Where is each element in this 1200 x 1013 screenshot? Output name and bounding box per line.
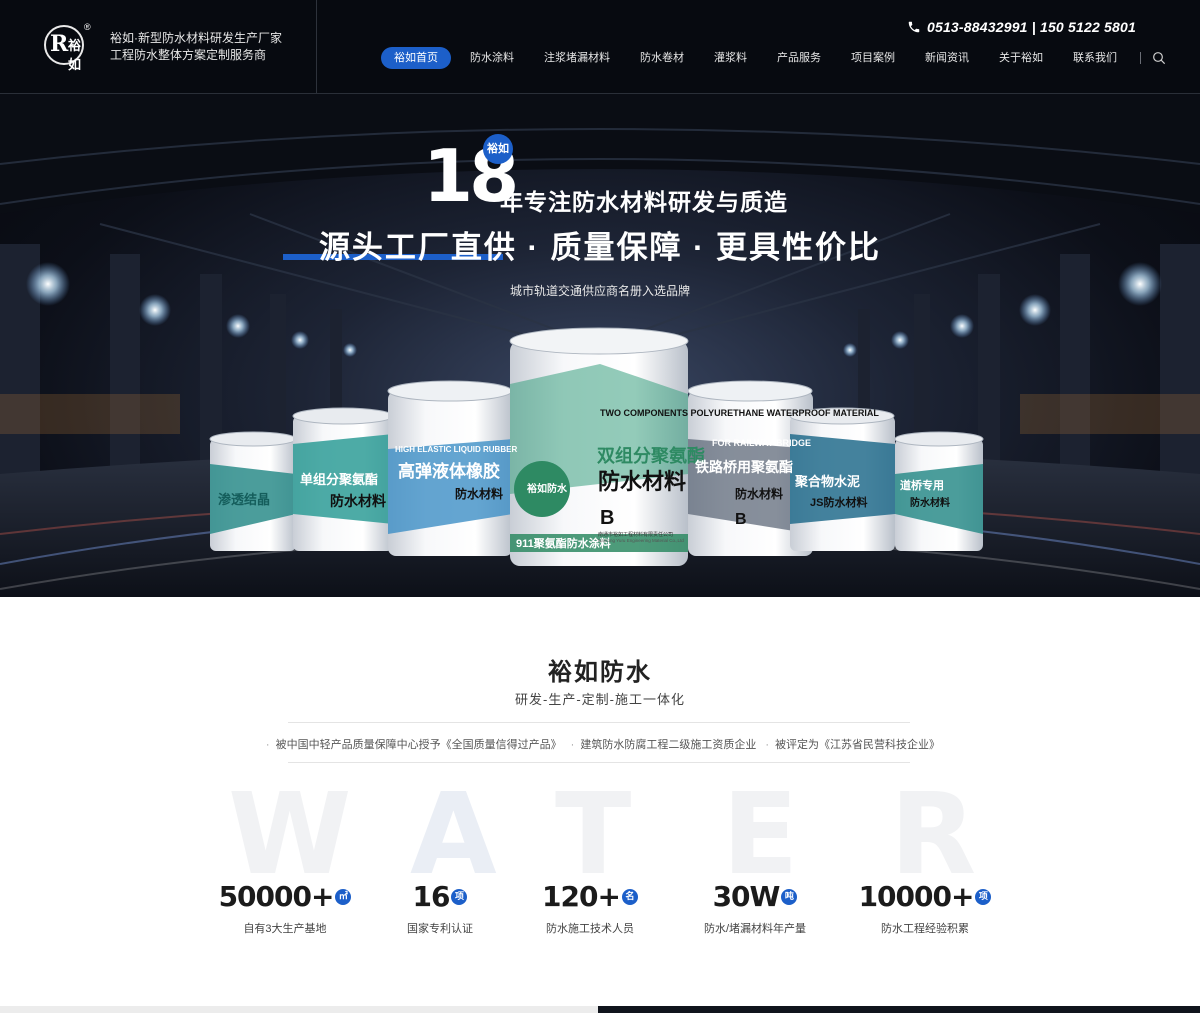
header-divider [316,0,317,93]
phone-icon [908,21,920,33]
stat-value: 16 [412,880,451,913]
registered-mark: ® [84,22,91,32]
next-section-left [0,1006,598,1013]
bucket-5-sub: 防水材料 [735,486,783,501]
search-icon[interactable] [1151,50,1167,66]
nav-about[interactable]: 关于裕如 [988,47,1054,69]
bucket-4-letter: B [600,507,614,529]
stat-value: 50000+ [218,880,335,913]
stat-annual-output: 30W 吨 防水/堵漏材料年产量 [680,880,830,936]
hero-banner[interactable]: 渗透结晶 单组分聚氨酯 防水材料 HIGH ELASTIC LIQUID RUB… [0,94,1200,597]
nav-waterproof-membrane[interactable]: 防水卷材 [629,47,695,69]
stat-value-wrap: 16 项 [380,880,500,914]
watermark-letter: A [410,770,497,900]
stat-label: 国家专利认证 [407,923,473,935]
brand-logo[interactable]: R 裕如 ® [44,22,91,72]
bucket-4-seal: 裕如防水 [526,482,568,495]
hero-background: 渗透结晶 单组分聚氨酯 防水材料 HIGH ELASTIC LIQUID RUB… [0,94,1200,597]
stat-projects: 10000+ 项 防水工程经验积累 [850,880,1000,936]
bucket-7-sub: 防水材料 [910,496,950,509]
bucket-2-sub: 防水材料 [330,493,386,509]
nav-grouting-leak-material[interactable]: 注浆堵漏材料 [533,47,621,69]
bucket-5-letter: B [735,511,747,528]
nav-contact[interactable]: 联系我们 [1062,47,1128,69]
nav-home[interactable]: 裕如首页 [381,47,451,69]
next-section-right [598,1006,1200,1013]
stat-production-base: 50000+ ㎡ 自有3大生产基地 [210,880,360,936]
water-watermark: W A T E R [0,770,1200,900]
slogan-line-2: 工程防水整体方案定制服务商 [110,48,267,62]
stat-value-wrap: 10000+ 项 [850,880,1000,914]
stat-label: 防水/堵漏材料年产量 [703,923,807,935]
bucket-4-label: 双组分聚氨酯 [597,445,705,466]
site-header: R 裕如 ® 裕如·新型防水材料研发生产厂家 工程防水整体方案定制服务商 051… [0,0,1200,94]
hero-headline-1: 年专注防水材料研发与质造 [500,189,788,215]
stat-unit-badge: ㎡ [335,889,352,905]
honor-item: 被评定为《江苏省民营科技企业》 [775,739,941,751]
bucket-7-label: 道桥专用 [900,478,944,492]
bucket-4-small: TWO COMPONENTS POLYURETHANE WATERPROOF M… [600,408,879,418]
hero-subline: 城市轨道交通供应商名册入选品牌 [509,284,690,298]
stat-patents: 16 项 国家专利认证 [380,880,500,936]
section-title: 裕如防水 [548,659,652,686]
stat-value-wrap: 120+ 名 [520,880,660,914]
bucket-4-maker: 南通市裕如工程材料有限责任公司 [598,531,673,538]
bucket-4-sub: 防水材料 [598,469,686,494]
bucket-5-small: FOR RAILWAY BRIDGE [712,438,811,448]
stat-value-wrap: 50000+ ㎡ [210,880,360,914]
stat-value: 10000+ [858,880,975,913]
slogan-line-1: 裕如·新型防水材料研发生产厂家 [110,31,282,45]
main-nav: 裕如首页 防水涂料 注浆堵漏材料 防水卷材 灌浆料 产品服务 项目案例 新闻资讯… [381,47,1167,69]
watermark-letter: T [555,770,632,900]
hero-headline-2: 源头工厂直供 · 质量保障 · 更具性价比 [318,230,882,265]
stat-unit-badge: 项 [975,889,992,905]
honor-item: 建筑防水防腐工程二级施工资质企业 [580,739,757,751]
bucket-6-label: 聚合物水泥 [794,474,860,489]
bucket-2-label: 单组分聚氨酯 [300,472,378,487]
header-slogan: 裕如·新型防水材料研发生产厂家 工程防水整体方案定制服务商 [110,30,310,64]
stat-value: 120+ [542,880,621,913]
bullet: · [265,739,270,751]
brand-badge: 裕如 [483,134,513,164]
bucket-4-maker-en: Nantong Yuru Engineering Material Co.,Lt… [598,538,684,543]
stat-value: 30W [712,880,781,913]
stat-technicians: 120+ 名 防水施工技术人员 [520,880,660,936]
bucket-3-label: 高弹液体橡胶 [398,461,500,481]
nav-project-cases[interactable]: 项目案例 [840,47,906,69]
stat-unit-badge: 项 [451,889,468,905]
stat-label: 防水工程经验积累 [881,923,969,935]
bucket-6-sub: JS防水材料 [810,495,867,509]
stat-label: 防水施工技术人员 [546,923,634,935]
logo-letter: R [50,31,69,57]
stat-unit-badge: 名 [621,889,638,905]
nav-grout[interactable]: 灌浆料 [703,47,758,69]
divider-top [288,722,910,723]
hotline[interactable]: 0513-88432991 | 150 5122 5801 [907,19,1136,35]
stat-value-wrap: 30W 吨 [680,880,830,914]
bucket-1-label: 渗透结晶 [218,492,270,507]
phone-number: 0513-88432991 | 150 5122 5801 [926,19,1136,35]
section-subtitle: 研发-生产-定制-施工一体化 [515,692,685,707]
bucket-4-band: 911聚氨酯防水涂料 [516,536,611,550]
bullet: · [765,739,770,751]
watermark-letter: R [890,770,977,900]
logo-name: 裕如 [68,38,81,72]
bucket-3-small: HIGH ELASTIC LIQUID RUBBER [395,445,517,454]
watermark-letter: W [228,770,352,900]
honor-item: 被中国中轻产品质量保障中心授予《全国质量信得过产品》 [275,739,562,751]
nav-product-service[interactable]: 产品服务 [766,47,832,69]
bucket-5-label: 铁路桥用聚氨酯 [695,459,793,475]
bullet: · [570,739,575,751]
nav-news[interactable]: 新闻资讯 [914,47,980,69]
bucket-3-sub: 防水材料 [455,486,503,501]
honors-list: · 被中国中轻产品质量保障中心授予《全国质量信得过产品》 · 建筑防水防腐工程二级施… [0,736,1200,752]
nav-separator [1140,52,1141,64]
watermark-letter: E [722,770,799,900]
stat-unit-badge: 吨 [781,889,798,905]
nav-waterproof-coating[interactable]: 防水涂料 [459,47,525,69]
stat-label: 自有3大生产基地 [243,923,327,935]
divider-bottom [288,762,910,763]
